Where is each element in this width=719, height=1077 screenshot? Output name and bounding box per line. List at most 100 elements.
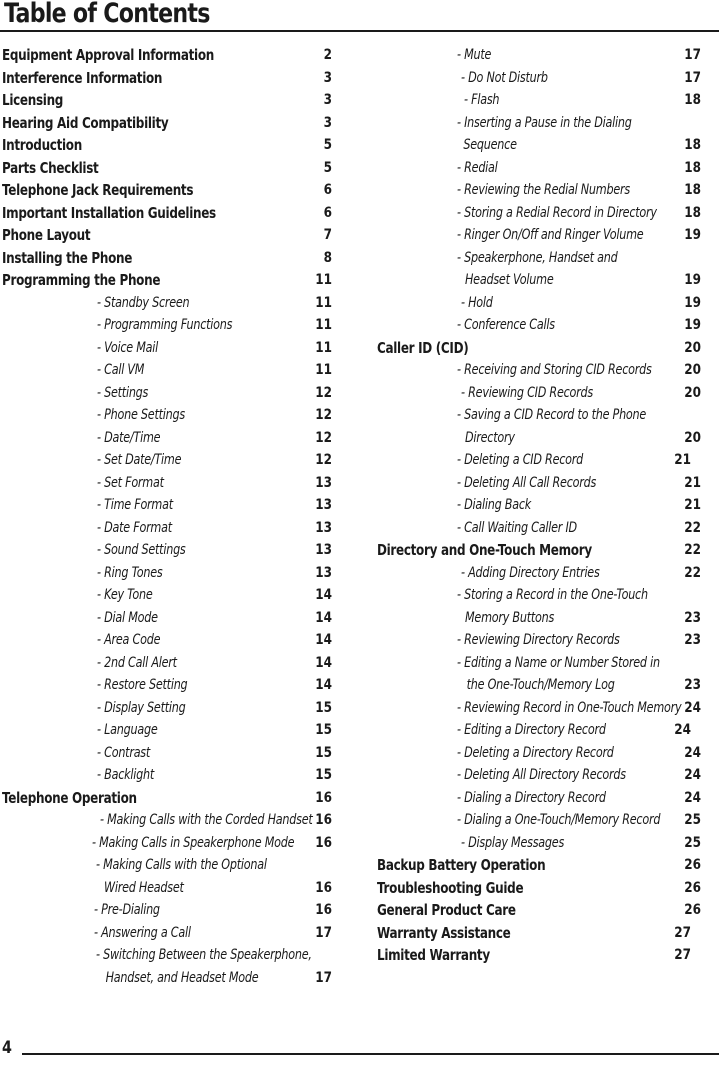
toc-entry-page-number: 12 (315, 429, 332, 446)
toc-sub-entry[interactable]: - Switching Between the Speakerphone, Han… (2, 944, 342, 989)
toc-sub-entry[interactable]: - Ring Tones 13 (2, 562, 342, 585)
toc-section-entry[interactable]: Important Installation Guidelines 6 (2, 202, 342, 225)
toc-section-entry[interactable]: Telephone Operation 16 (2, 787, 342, 810)
toc-entry-page-number: 13 (315, 542, 332, 558)
toc-sub-entry[interactable]: - Date/Time 12 (2, 427, 342, 450)
toc-sub-entry[interactable]: - Date Format 13 (2, 517, 342, 540)
toc-entry-label: Programming the Phone (2, 271, 161, 289)
toc-sub-entry[interactable]: - Standby Screen 11 (2, 292, 342, 315)
toc-section-entry[interactable]: Directory and One-Touch Memory 22 (369, 539, 709, 562)
toc-sub-entry[interactable]: - Display Messages 25 (369, 832, 709, 855)
toc-sub-entry[interactable]: - Editing a Directory Record 24 (369, 719, 709, 742)
toc-section-entry[interactable]: Equipment Approval Information 2 (2, 44, 342, 67)
toc-sub-entry[interactable]: - Reviewing the Redial Numbers 18 (369, 179, 709, 202)
toc-sub-entry[interactable]: - Storing a Record in the One-Touch Memor… (369, 584, 709, 629)
toc-entry-label: - Contrast (97, 744, 151, 761)
toc-sub-entry[interactable]: - Contrast 15 (2, 742, 342, 765)
toc-sub-entry[interactable]: - Language 15 (2, 719, 342, 742)
toc-sub-entry[interactable]: - Flash 18 (369, 89, 709, 112)
toc-entry-label: Limited Warranty (377, 946, 490, 964)
toc-section-entry[interactable]: Caller ID (CID) 20 (369, 337, 709, 360)
toc-section-entry[interactable]: Programming the Phone 11 (2, 269, 342, 292)
toc-sub-entry[interactable]: - Phone Settings 12 (2, 404, 342, 427)
toc-section-entry[interactable]: Troubleshooting Guide 26 (369, 877, 709, 900)
toc-entry-page-number: 26 (684, 857, 701, 873)
toc-entry-label: - Deleting a Directory Record (457, 744, 614, 761)
toc-entry-label: - Making Calls in Speakerphone Mode (92, 834, 295, 851)
toc-sub-entry[interactable]: - Reviewing Directory Records 23 (369, 629, 709, 652)
toc-entry-page-number: 24 (684, 767, 701, 783)
toc-sub-entry[interactable]: - Speakerphone, Handset and Headset Volum… (369, 247, 709, 292)
toc-section-entry[interactable]: Hearing Aid Compatibility 3 (2, 112, 342, 135)
toc-section-entry[interactable]: Installing the Phone 8 (2, 247, 342, 270)
toc-sub-entry[interactable]: - Do Not Disturb 17 (369, 67, 709, 90)
toc-sub-entry[interactable]: - Deleting a Directory Record 24 (369, 742, 709, 765)
toc-section-entry[interactable]: Backup Battery Operation 26 (369, 854, 709, 877)
toc-sub-entry[interactable]: - Dialing Back 21 (369, 494, 709, 517)
toc-section-entry[interactable]: Interference Information 3 (2, 67, 342, 90)
toc-sub-entry[interactable]: - Display Setting 15 (2, 697, 342, 720)
toc-sub-entry[interactable]: - Storing a Redial Record in Directory 18 (369, 202, 709, 225)
toc-sub-entry[interactable]: - Reviewing Record in One-Touch Memory 24 (369, 697, 709, 720)
toc-sub-entry[interactable]: - Making Calls with the Corded Handset 16 (2, 809, 342, 832)
toc-section-entry[interactable]: Warranty Assistance 27 (369, 922, 709, 945)
toc-sub-entry[interactable]: - Deleting All Directory Records 24 (369, 764, 709, 787)
toc-section-entry[interactable]: Introduction 5 (2, 134, 342, 157)
toc-sub-entry[interactable]: - Set Date/Time 12 (2, 449, 342, 472)
toc-entry-page-number: 26 (684, 879, 701, 896)
toc-entry-label: Phone Layout (2, 226, 91, 244)
toc-entry-label: - Dialing a One-Touch/Memory Record (457, 812, 661, 828)
toc-sub-entry[interactable]: - Redial 18 (369, 157, 709, 180)
toc-sub-entry[interactable]: - Backlight 15 (2, 764, 342, 787)
toc-entry-label: - Date Format (97, 519, 172, 536)
toc-sub-entry[interactable]: - Call VM 11 (2, 359, 342, 382)
toc-sub-entry[interactable]: - Making Calls in Speakerphone Mode 16 (2, 832, 342, 855)
toc-entry-label: - Deleting All Call Records (457, 474, 597, 491)
toc-section-entry[interactable]: Limited Warranty 27 (369, 944, 709, 967)
toc-sub-entry[interactable]: - Call Waiting Caller ID 22 (369, 517, 709, 540)
toc-sub-entry[interactable]: - Time Format 13 (2, 494, 342, 517)
toc-entry-page-number: 13 (315, 519, 332, 536)
toc-sub-entry[interactable]: - Area Code 14 (2, 629, 342, 652)
toc-section-entry[interactable]: General Product Care 26 (369, 899, 709, 922)
toc-entry-page-number: 2 (323, 47, 332, 63)
toc-entry-label: Caller ID (CID) (377, 338, 469, 357)
toc-sub-entry[interactable]: - Editing a Name or Number Stored in the … (369, 652, 709, 697)
toc-section-entry[interactable]: Telephone Jack Requirements 6 (2, 179, 342, 202)
footer-rule (22, 1053, 719, 1055)
toc-sub-entry[interactable]: - Hold 19 (369, 292, 709, 315)
toc-section-entry[interactable]: Phone Layout 7 (2, 224, 342, 247)
toc-sub-entry[interactable]: - Sound Settings 13 (2, 539, 342, 562)
toc-sub-entry[interactable]: - Dialing a Directory Record 24 (369, 787, 709, 810)
toc-sub-entry[interactable]: - Ringer On/Off and Ringer Volume 19 (369, 224, 709, 247)
toc-entry-page-number: 20 (684, 362, 701, 378)
toc-entry-label: Important Installation Guidelines (2, 203, 216, 222)
toc-sub-entry[interactable]: - Mute 17 (369, 44, 709, 67)
toc-sub-entry[interactable]: - Deleting a CID Record 21 (369, 449, 709, 472)
toc-sub-entry[interactable]: - Pre-Dialing 16 (2, 899, 342, 922)
toc-sub-entry[interactable]: - Settings 12 (2, 382, 342, 405)
toc-entry-page-number: 15 (315, 699, 332, 716)
toc-sub-entry[interactable]: - Dialing a One-Touch/Memory Record 25 (369, 809, 709, 832)
page-folio-number: 4 (2, 1038, 12, 1058)
toc-sub-entry[interactable]: - Inserting a Pause in the Dialing Sequen… (369, 112, 709, 157)
toc-sub-entry[interactable]: - Receiving and Storing CID Records 20 (369, 359, 709, 382)
toc-sub-entry[interactable]: - Saving a CID Record to the Phone Direct… (369, 404, 709, 449)
toc-sub-entry[interactable]: - 2nd Call Alert 14 (2, 652, 342, 675)
toc-section-entry[interactable]: Licensing 3 (2, 89, 342, 112)
toc-sub-entry[interactable]: - Voice Mail 11 (2, 337, 342, 360)
toc-sub-entry[interactable]: - Reviewing CID Records 20 (369, 382, 709, 405)
toc-sub-entry[interactable]: - Answering a Call 17 (2, 922, 342, 945)
toc-sub-entry[interactable]: - Programming Functions 11 (2, 314, 342, 337)
toc-entry-label: - Saving a CID Record to the Phone Direct… (457, 404, 646, 449)
toc-section-entry[interactable]: Parts Checklist 5 (2, 157, 342, 180)
toc-sub-entry[interactable]: - Set Format 13 (2, 472, 342, 495)
toc-sub-entry[interactable]: - Conference Calls 19 (369, 314, 709, 337)
toc-sub-entry[interactable]: - Dial Mode 14 (2, 607, 342, 630)
toc-sub-entry[interactable]: - Deleting All Call Records 21 (369, 472, 709, 495)
toc-entry-page-number: 16 (315, 902, 332, 918)
toc-sub-entry[interactable]: - Making Calls with the Optional Wired He… (2, 854, 342, 899)
toc-sub-entry[interactable]: - Adding Directory Entries 22 (369, 562, 709, 585)
toc-sub-entry[interactable]: - Key Tone 14 (2, 584, 342, 607)
toc-sub-entry[interactable]: - Restore Setting 14 (2, 674, 342, 697)
